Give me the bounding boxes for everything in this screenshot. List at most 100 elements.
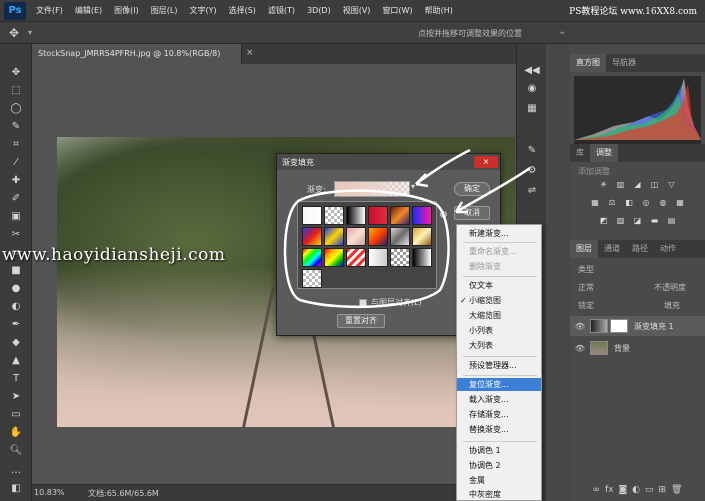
tab-layers[interactable]: 图层 [570,240,598,258]
exposure-icon[interactable]: ◫ [649,180,660,190]
grid-icon[interactable]: ▦ [524,102,540,116]
3d-icon[interactable]: ◉ [524,82,540,96]
layer-kind-filter[interactable]: 类型 [578,264,594,275]
close-icon[interactable]: × [246,48,254,58]
preset-chrome[interactable] [390,227,410,246]
preset-gold[interactable] [412,227,432,246]
pen-icon[interactable]: ✒ [8,318,24,332]
adjustment-layer-icon[interactable]: ◐ [632,485,640,495]
lookup-icon[interactable]: ▦ [675,198,686,208]
tab-paths[interactable]: 路径 [626,240,654,258]
move-tool-icon[interactable]: ✥ [0,26,28,40]
menu-help[interactable]: 帮助(H) [419,5,459,16]
curves-icon[interactable]: ◢ [632,180,643,190]
ok-button[interactable]: 确定 [454,182,490,196]
menu-file[interactable]: 文件(F) [30,5,69,16]
preset-spectrum[interactable] [302,248,322,267]
preset-blue-red-yellow[interactable] [302,227,322,246]
gradient-map-icon[interactable]: ▬ [649,216,660,226]
link-icon[interactable]: ∞ [592,485,600,495]
invert-icon[interactable]: ◩ [598,216,609,226]
crop-icon[interactable]: ⌗ [8,138,24,152]
tab-navigator[interactable]: 导航器 [606,54,642,72]
preset-black-white-2[interactable] [412,248,432,267]
selective-color-icon[interactable]: ▤ [666,216,677,226]
move-icon[interactable]: ✥ [8,66,24,80]
tab-adjustments[interactable]: 调整 [590,144,618,162]
document-tab[interactable]: StockSnap_JMRRS4PFRH.jpg @ 10.8%(RGB/8) [32,44,242,64]
more-tools-icon[interactable]: … [8,464,24,478]
menu-view[interactable]: 视图(V) [337,5,377,16]
zoom-icon[interactable]: 🔍︎ [8,444,24,458]
vibrance-icon[interactable]: ▽ [666,180,677,190]
marquee-icon[interactable]: ⬚ [8,84,24,98]
menu-item-small-list[interactable]: 小列表 [457,324,541,337]
preset-pastel[interactable] [346,227,366,246]
adjust-icon[interactable]: ⇌ [524,184,540,198]
menu-item-large-list[interactable]: 大列表 [457,339,541,352]
folder-icon[interactable]: ▭ [645,485,654,495]
menu-item-text-only[interactable]: 仅文本 [457,279,541,292]
fx-icon[interactable]: fx [605,485,614,495]
photo-filter-icon[interactable]: ◎ [641,198,652,208]
menu-item-save-gradients[interactable]: 存储渐变... [457,408,541,421]
menu-item-new-gradient[interactable]: 新建渐变... [457,227,541,240]
gear-icon[interactable]: ⚙ [439,210,448,221]
preset-transparent[interactable] [302,269,322,288]
posterize-icon[interactable]: ▨ [615,216,626,226]
path-select-icon[interactable]: ➤ [8,390,24,404]
chevron-down-icon[interactable]: ▾ [411,182,415,191]
menu-item-delete-gradient[interactable]: 删除渐变 [457,260,541,273]
brightness-icon[interactable]: ☀ [598,180,609,190]
channel-mixer-icon[interactable]: ◍ [658,198,669,208]
color-swatch-icon[interactable]: ◧ [8,482,24,496]
menu-item-large-thumbnail[interactable]: 大缩览图 [457,309,541,322]
menu-filter[interactable]: 滤镜(T) [262,5,301,16]
tab-histogram[interactable]: 直方图 [570,54,606,72]
visibility-eye-icon[interactable]: 👁︎ [574,344,586,353]
menu-item-metals[interactable]: 金属 [457,474,541,487]
blend-mode-select[interactable]: 正常 [578,282,594,293]
dropdown-arrow-icon[interactable]: ▾ [28,28,32,37]
new-layer-icon[interactable]: ⊞ [659,485,667,495]
layer-name[interactable]: 背景 [614,343,630,354]
tab-channels[interactable]: 通道 [598,240,626,258]
menu-item-reset-gradients[interactable]: 复位渐变... [457,378,541,391]
menu-item-neutral-density[interactable]: 中灰密度 [457,488,541,501]
menu-item-preset-manager[interactable]: 预设管理器... [457,359,541,372]
menu-item-load-gradients[interactable]: 载入渐变... [457,393,541,406]
menu-item-harmonies-1[interactable]: 协调色 1 [457,444,541,457]
layer-row-gradient-fill[interactable]: 👁︎ 渐变填充 1 [570,316,705,336]
align-checkbox[interactable] [359,298,367,307]
menu-item-harmonies-2[interactable]: 协调色 2 [457,459,541,472]
preset-orange[interactable] [368,227,388,246]
collapse-panels-icon[interactable]: ◀◀ [524,64,540,78]
chevron-down-icon[interactable]: ⌄ [558,26,566,37]
preset-checker[interactable] [390,248,410,267]
menu-image[interactable]: 图像(I) [108,5,145,16]
eyedropper-icon[interactable]: ⁄ [8,156,24,170]
fill-icon[interactable]: ▲ [8,354,24,368]
preset-fg-bg[interactable] [302,206,322,225]
hue-icon[interactable]: ▦ [590,198,601,208]
preset-fg-transparent[interactable] [324,206,344,225]
reset-align-button[interactable]: 重置对齐 [337,314,385,328]
dialog-title[interactable]: 渐变填充 [277,154,500,170]
healing-icon[interactable]: ✚ [8,174,24,188]
tab-actions[interactable]: 动作 [654,240,682,258]
preset-black-white[interactable] [346,206,366,225]
menu-type[interactable]: 文字(Y) [183,5,222,16]
dialog-close-button[interactable]: × [474,156,498,168]
quick-select-icon[interactable]: ✎ [8,120,24,134]
menu-item-small-thumbnail[interactable]: ✓ 小缩览图 [457,294,541,307]
dodge-icon[interactable]: ◐ [8,300,24,314]
brush-settings-icon[interactable]: ✎ [524,144,540,158]
brush-icon[interactable]: ✐ [8,192,24,206]
preset-fade[interactable] [368,248,388,267]
cancel-button[interactable]: 取消 [454,206,490,220]
trash-icon[interactable]: 🗑︎ [671,485,682,495]
levels-icon[interactable]: ▥ [615,180,626,190]
align-with-layer-row[interactable]: 与图层对齐(L) [359,297,422,308]
menu-select[interactable]: 选择(S) [223,5,262,16]
balance-icon[interactable]: ⚖ [607,198,618,208]
